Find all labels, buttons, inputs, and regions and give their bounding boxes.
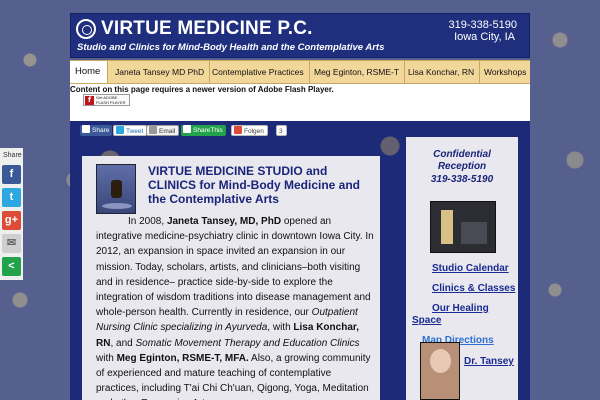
- flash-badge-text: Get ADOBE FLASH PLAYER: [96, 95, 126, 105]
- clinics-classes-link[interactable]: Clinics & Classes: [432, 283, 515, 294]
- sharethis-icon: [183, 125, 191, 133]
- follow-count: 3: [276, 125, 287, 136]
- nav-item-workshops[interactable]: Workshops: [479, 61, 530, 83]
- main-nav: Home Janeta Tansey MD PhD Contemplative …: [70, 60, 530, 84]
- studio-interior-photo: [430, 201, 496, 253]
- tweet-button[interactable]: Tweet: [113, 125, 148, 136]
- studio-calendar-link[interactable]: Studio Calendar: [432, 263, 509, 274]
- email-share-label: Email: [159, 128, 176, 135]
- main-content: VIRTUE MEDICINE STUDIO and CLINICS for M…: [82, 156, 380, 400]
- google-follow-button[interactable]: Folgen: [231, 125, 268, 136]
- header-city: Iowa City, IA: [454, 31, 515, 43]
- facebook-icon: [82, 125, 90, 133]
- intro-text-and: , and: [110, 337, 133, 349]
- get-flash-player-button[interactable]: f Get ADOBE FLASH PLAYER: [83, 94, 130, 106]
- nav-item-lisa-konchar[interactable]: Lisa Konchar, RN: [403, 61, 481, 83]
- site-title[interactable]: VIRTUE MEDICINE P.C.: [101, 18, 313, 40]
- reception-phone: 319-338-5190: [430, 174, 494, 185]
- follow-label: Folgen: [244, 128, 264, 135]
- dr-tansey-photo: [420, 342, 460, 400]
- sidebar: Confidential Reception 319-338-5190 Stud…: [406, 137, 518, 400]
- email-share-button[interactable]: Email: [146, 125, 180, 136]
- email-icon: [149, 126, 157, 134]
- google-plus-icon: [234, 126, 242, 134]
- movement-clinic-text: Somatic Movement Therapy and Education C…: [135, 337, 360, 349]
- site-header: VIRTUE MEDICINE P.C. Studio and Clinics …: [70, 13, 530, 58]
- email-glyph: ✉: [6, 237, 17, 249]
- intro-text-with: , with: [267, 322, 291, 334]
- logo-icon[interactable]: [76, 19, 96, 39]
- facebook-icon[interactable]: f: [2, 165, 21, 184]
- our-healing-space-link[interactable]: Our Healing: [432, 303, 489, 314]
- nav-item-janeta-tansey[interactable]: Janeta Tansey MD PhD: [110, 61, 211, 83]
- page-container: VIRTUE MEDICINE P.C. Studio and Clinics …: [70, 13, 530, 400]
- studio-photo: [96, 164, 136, 214]
- header-phone: 319-338-5190: [448, 19, 517, 31]
- facebook-share-label: Share: [92, 127, 110, 134]
- sharethis-glyph: <: [8, 260, 15, 272]
- facebook-glyph: f: [9, 168, 14, 180]
- sharethis-label: ShareThis: [193, 127, 223, 134]
- nav-item-home[interactable]: Home: [70, 61, 108, 83]
- twitter-icon[interactable]: t: [2, 188, 21, 207]
- twitter-glyph: t: [9, 191, 14, 203]
- tweet-label: Tweet: [126, 128, 144, 135]
- google-plus-glyph: g+: [4, 214, 19, 226]
- nav-item-meg-eginton[interactable]: Meg Eginton, RSME-T: [309, 61, 406, 83]
- google-plus-icon[interactable]: g+: [2, 211, 21, 230]
- our-healing-space-link-cont[interactable]: Space: [412, 315, 441, 326]
- dr-tansey-link[interactable]: Dr. Tansey: [464, 356, 514, 367]
- site-tagline: Studio and Clinics for Mind-Body Health …: [77, 42, 385, 53]
- floating-share-bar: Share f t g+ ✉ <: [0, 148, 23, 280]
- intro-text-in: In 2008,: [128, 216, 165, 227]
- name-janeta-tansey: Janeta Tansey, MD, PhD: [166, 216, 282, 227]
- flash-message: Content on this page requires a newer ve…: [70, 85, 334, 94]
- flash-icon: f: [85, 96, 94, 105]
- flash-notice: Content on this page requires a newer ve…: [70, 84, 530, 121]
- sharethis-icon[interactable]: <: [2, 257, 21, 276]
- nav-item-contemplative-practices[interactable]: Contemplative Practices: [207, 61, 310, 83]
- intro-text-body: opened an integrative medicine-psychiatr…: [96, 216, 374, 319]
- main-heading: VIRTUE MEDICINE STUDIO and CLINICS for M…: [148, 164, 360, 206]
- email-icon[interactable]: ✉: [2, 234, 21, 253]
- sharethis-button[interactable]: ShareThis: [181, 125, 226, 136]
- facebook-share-button[interactable]: Share: [80, 125, 113, 136]
- name-meg-eginton: Meg Eginton, RSME-T, MFA.: [116, 352, 249, 364]
- share-bar-label: Share: [3, 152, 22, 159]
- twitter-icon: [116, 126, 124, 134]
- intro-paragraph: In 2008, Janeta Tansey, MD, PhD opened a…: [96, 214, 376, 400]
- reception-heading: Confidential Reception: [433, 149, 491, 172]
- intro-text-with-2: with: [96, 352, 114, 364]
